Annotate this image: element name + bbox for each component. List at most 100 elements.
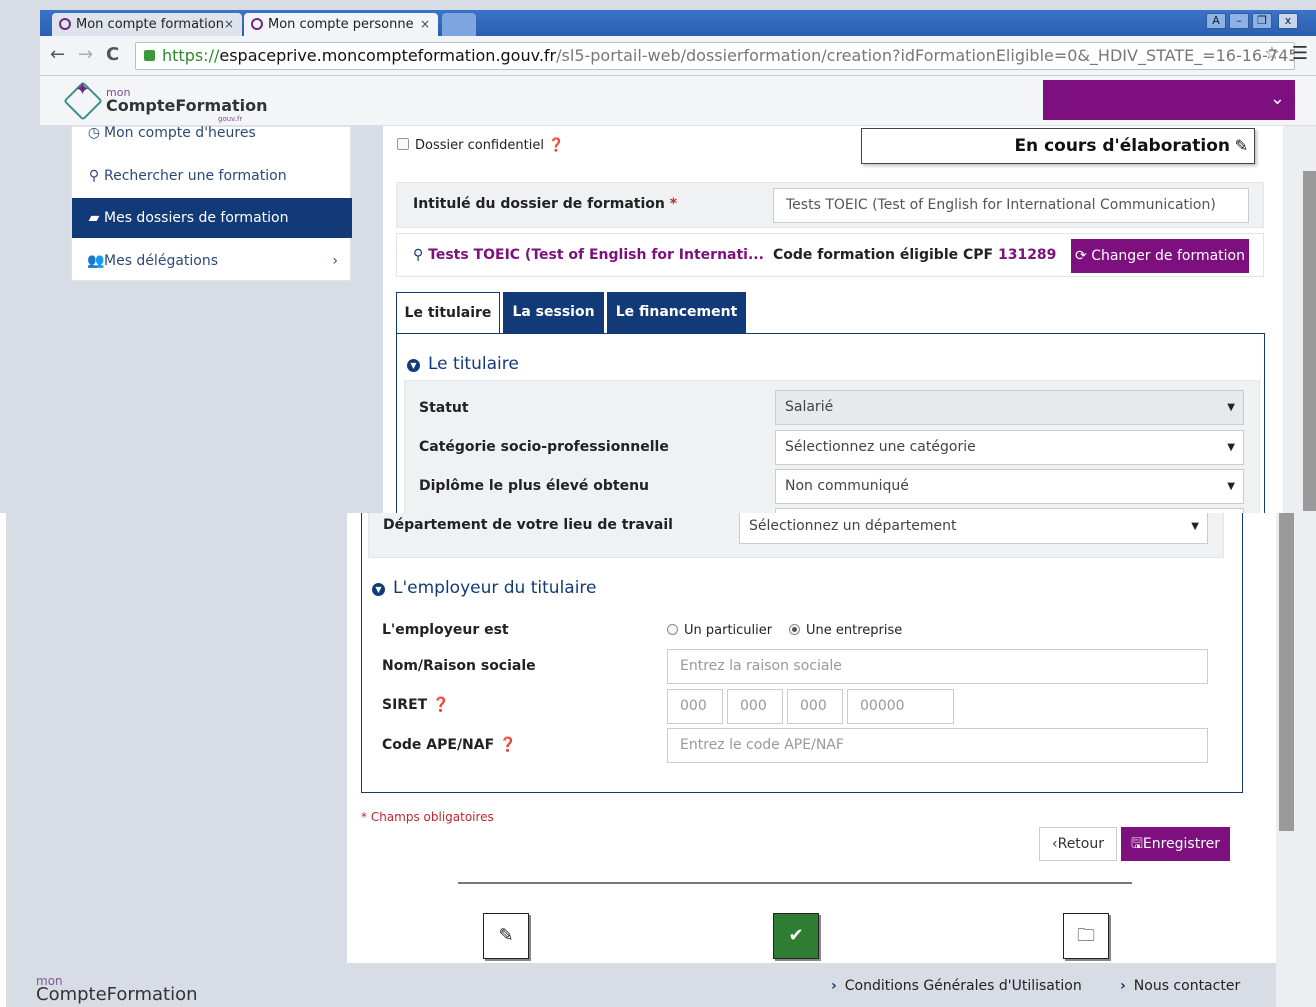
scrollbar-thumb[interactable] [1303, 171, 1316, 511]
cgu-link[interactable]: › Conditions Générales d'Utilisation [831, 978, 1082, 994]
back-arrow-icon[interactable]: ← [50, 44, 65, 65]
titulaire-section: ▼ Le titulaire Statut Salarié ▼ Catégorie … [396, 333, 1265, 513]
title-label-text: Intitulé du dossier de formation [413, 196, 665, 212]
confidential-checkbox[interactable] [397, 138, 409, 150]
site-footer: mon CompteFormation › Conditions Générale… [6, 963, 1276, 1007]
logo-name[interactable]: CompteFormation [106, 96, 268, 115]
section-title-text: L'employeur du titulaire [393, 578, 597, 598]
back-button[interactable]: ‹Retour [1039, 827, 1117, 861]
close-tab-icon[interactable]: × [224, 13, 234, 36]
departement-label: Département de votre lieu de travail [383, 517, 673, 533]
siret-label-text: SIRET [382, 697, 428, 713]
categorie-select[interactable]: Sélectionnez une catégorie ▼ [775, 430, 1244, 465]
cgu-link-text: Conditions Générales d'Utilisation [844, 978, 1082, 994]
help-icon[interactable]: ❓ [499, 737, 516, 753]
minimize-button[interactable]: – [1229, 13, 1249, 29]
browser-menu-icon[interactable]: ☰ [1292, 43, 1308, 64]
maximize-button[interactable]: ❐ [1252, 13, 1272, 29]
statut-select[interactable]: Salarié ▼ [775, 390, 1244, 425]
help-icon[interactable]: ❓ [432, 697, 449, 713]
tab-titulaire[interactable]: Le titulaire [396, 292, 500, 334]
categorie-label: Catégorie socio-professionnelle [419, 439, 669, 455]
top-screenshot: Mon compte formation × Mon compte person… [0, 0, 1316, 513]
chevron-right-icon: › [332, 253, 338, 269]
close-tab-icon[interactable]: × [420, 13, 430, 36]
sidebar-item-rechercher[interactable]: ⚲ Rechercher une formation [72, 156, 352, 196]
page-scrollbar[interactable] [1283, 126, 1316, 513]
siret-input-3[interactable]: 000 [787, 689, 843, 724]
sidebar-item-delegations[interactable]: 👥Mes délégations › [72, 241, 352, 281]
caret-down-icon: ▼ [1227, 481, 1235, 492]
user-menu-dropdown[interactable]: ⌄ [1043, 80, 1295, 120]
url-scheme: https:// [162, 46, 220, 65]
diplome-label: Diplôme le plus élevé obtenu [419, 478, 650, 494]
url-host: espaceprive.moncompteformation.gouv.fr [219, 46, 557, 65]
siret-input-4[interactable]: 00000 [847, 689, 954, 724]
footer-logo-name[interactable]: CompteFormation [36, 984, 198, 1005]
radio-button-selected[interactable] [789, 624, 800, 635]
employeur-section-title[interactable]: ▼ L'employeur du titulaire [372, 578, 597, 598]
browser-toolbar: ← → C https://espaceprive.moncompteforma… [40, 36, 1316, 76]
title-label: Intitulé du dossier de formation * [413, 196, 677, 212]
favicon-icon [59, 18, 71, 30]
clock-icon: ◷ [87, 125, 101, 141]
tab-session[interactable]: La session [503, 292, 604, 333]
departement-select[interactable]: Sélectionnez un département ▼ [739, 513, 1208, 544]
profile-button[interactable]: A [1206, 13, 1226, 29]
raison-sociale-input[interactable]: Entrez la raison sociale [667, 649, 1208, 684]
statut-value: Salarié [785, 399, 834, 415]
check-icon[interactable]: ✔ [773, 913, 819, 959]
folder-icon[interactable]: 🗀 [1063, 913, 1109, 959]
reload-icon[interactable]: C [106, 44, 119, 65]
save-button[interactable]: 🖫Enregistrer [1121, 827, 1230, 861]
radio-entreprise[interactable]: Une entreprise [789, 623, 902, 638]
radio-particulier[interactable]: Un particulier [667, 623, 772, 638]
save-button-label: Enregistrer [1142, 836, 1221, 852]
confidential-checkbox-row[interactable]: Dossier confidentiel ❓ [397, 138, 564, 153]
titulaire-section-title[interactable]: ▼ Le titulaire [407, 354, 519, 374]
address-bar[interactable]: https://espaceprive.moncompteformation.g… [135, 42, 1295, 70]
caret-down-icon: ▼ [1191, 521, 1199, 532]
bookmark-star-icon[interactable]: ☆ [1264, 43, 1280, 64]
chevron-circle-down-icon: ▼ [407, 359, 420, 372]
sidebar-item-dossiers[interactable]: ▰ Mes dossiers de formation [72, 198, 352, 238]
formation-row: ⚲ Tests TOEIC (Test of English for Inter… [396, 233, 1264, 277]
code-label: Code formation éligible CPF 131289 [773, 247, 1056, 263]
chevron-circle-down-icon: ▼ [372, 583, 385, 596]
diplome-select[interactable]: Non communiqué ▼ [775, 469, 1244, 504]
chevron-right-icon: › [831, 978, 837, 994]
sidebar-item-label: Mes délégations [104, 253, 219, 269]
close-window-button[interactable]: x [1278, 13, 1298, 29]
status-text: En cours d'élaboration [1014, 136, 1230, 156]
browser-tab[interactable]: Mon compte formation × [52, 13, 242, 36]
new-tab-button[interactable] [442, 13, 476, 36]
tab-financement[interactable]: Le financement [607, 292, 746, 333]
formation-link[interactable]: ⚲ Tests TOEIC (Test of English for Inter… [413, 247, 764, 263]
pencil-icon[interactable]: ✎ [483, 913, 529, 959]
scrollbar-thumb[interactable] [1279, 513, 1294, 831]
help-icon[interactable]: ❓ [548, 138, 564, 153]
titulaire-fields: Statut Salarié ▼ Catégorie socio-professi… [404, 380, 1260, 513]
tab-title: Mon compte formation [76, 17, 224, 32]
pencil-icon[interactable]: ✎ [1235, 129, 1248, 163]
title-input[interactable]: Tests TOEIC (Test of English for Interna… [773, 188, 1249, 223]
contact-link[interactable]: › Nous contacter [1120, 978, 1240, 994]
book-icon: ▰ [88, 210, 100, 226]
change-formation-button[interactable]: ⟳ Changer de formation [1071, 239, 1249, 273]
ape-input[interactable]: Entrez le code APE/NAF [667, 728, 1208, 763]
page-scrollbar-lower[interactable] [1276, 513, 1316, 1007]
section-title-text: Le titulaire [428, 354, 519, 374]
siret-input-1[interactable]: 000 [667, 689, 723, 724]
forward-arrow-icon[interactable]: → [78, 44, 93, 65]
browser-tab-active[interactable]: Mon compte personne × [244, 13, 438, 36]
change-formation-label: Changer de formation [1091, 248, 1245, 264]
title-row: Intitulé du dossier de formation * Tests… [396, 182, 1264, 228]
sidebar-item-label: Mon compte d'heures [104, 125, 256, 141]
required-note: * Champs obligatoires [361, 810, 494, 824]
siret-input-2[interactable]: 000 [727, 689, 783, 724]
favicon-icon [251, 18, 263, 30]
radio-label: Un particulier [684, 623, 773, 638]
lock-icon [144, 50, 155, 61]
radio-button[interactable] [667, 624, 678, 635]
sidebar-item-heures[interactable]: ◷ Mon compte d'heures [72, 115, 352, 151]
